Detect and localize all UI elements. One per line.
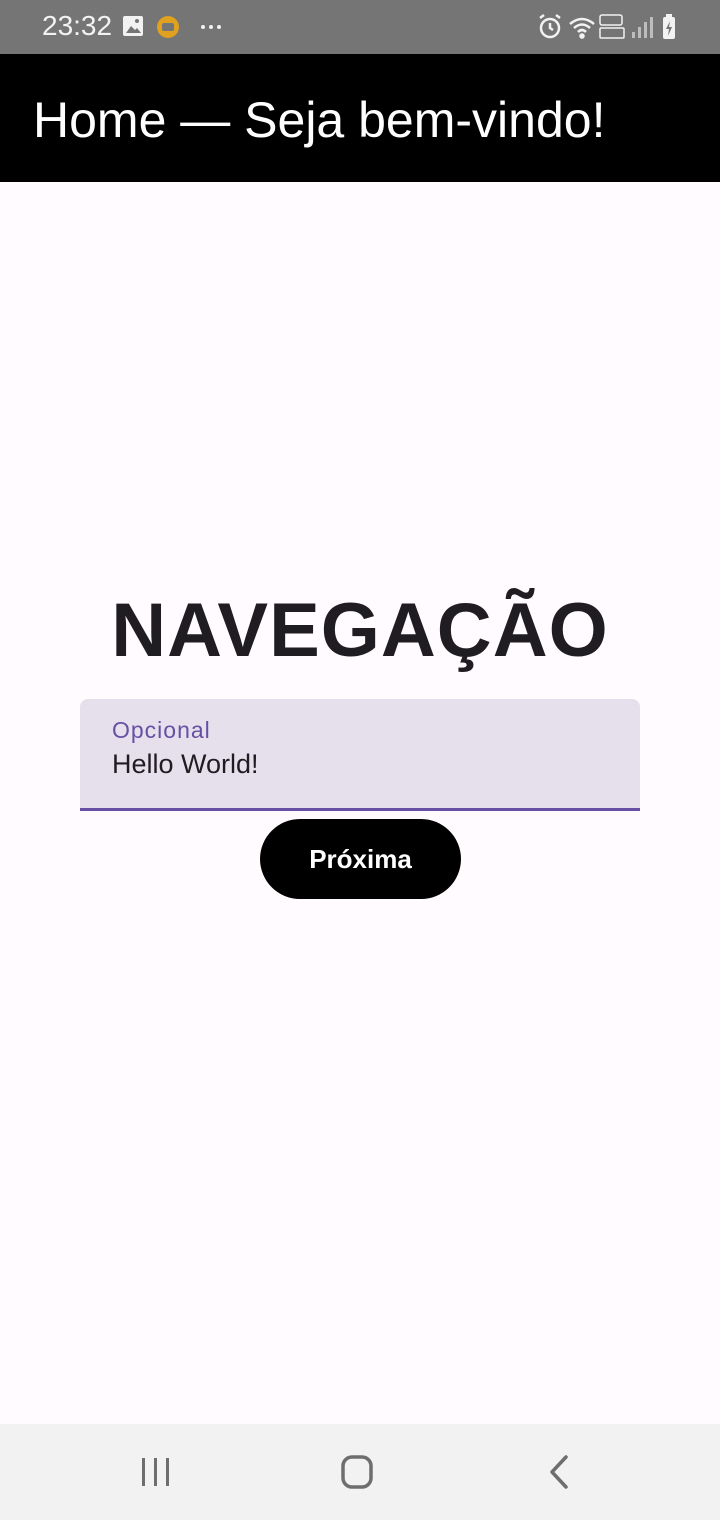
navigation-bar [0, 1424, 720, 1520]
volte-lte-icon [599, 14, 625, 39]
page-heading: NAVEGAÇÃO [111, 588, 609, 673]
wifi-icon [569, 17, 595, 39]
home-icon[interactable] [327, 1452, 387, 1492]
back-icon[interactable] [528, 1452, 588, 1492]
app-notification-icon [157, 16, 179, 38]
signal-icon [632, 17, 653, 38]
text-field-label: Opcional [112, 717, 211, 743]
next-button[interactable]: Próxima [260, 819, 461, 899]
status-bar: 23:32 [0, 0, 720, 54]
alarm-icon [539, 14, 561, 39]
optional-text-field[interactable]: Opcional [80, 699, 640, 811]
more-dots-icon [201, 25, 221, 29]
optional-input[interactable] [112, 749, 612, 780]
main-content: NAVEGAÇÃO Opcional Próxima [0, 182, 720, 1424]
battery-charging-icon [663, 14, 675, 39]
status-left-icons [123, 16, 221, 38]
app-bar: Home — Seja bem-vindo! [0, 54, 720, 182]
status-right-icons [539, 14, 675, 39]
recents-icon[interactable] [126, 1452, 186, 1492]
status-time: 23:32 [42, 10, 113, 41]
app-title: Home — Seja bem-vindo! [33, 92, 606, 148]
gallery-icon [123, 16, 143, 36]
